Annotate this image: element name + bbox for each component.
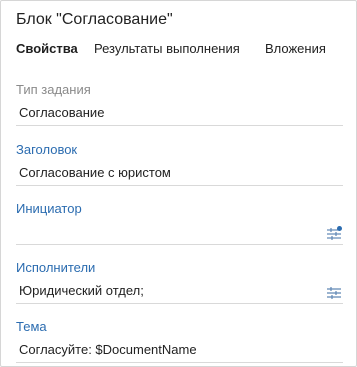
- initiator-input[interactable]: [16, 220, 343, 245]
- subject-value: Согласуйте: $DocumentName: [19, 342, 197, 357]
- performers-value: Юридический отдел;: [19, 283, 144, 298]
- performers-input[interactable]: Юридический отдел;: [16, 279, 343, 304]
- task-type-label: Тип задания: [16, 82, 91, 97]
- subject-label: Тема: [16, 319, 47, 334]
- task-type-box: Согласование: [16, 101, 343, 126]
- performers-label: Исполнители: [16, 260, 96, 275]
- user-selector-icon[interactable]: [326, 226, 342, 240]
- subject-field: Тема Согласуйте: $DocumentName: [16, 319, 343, 363]
- task-type-field: Тип задания Согласование: [16, 82, 343, 126]
- subject-input[interactable]: Согласуйте: $DocumentName: [16, 338, 343, 363]
- heading-input[interactable]: Согласование с юристом: [16, 161, 343, 186]
- tab-bar: Свойства Результаты выполнения Вложения: [1, 41, 356, 63]
- heading-value: Согласование с юристом: [19, 165, 171, 180]
- task-type-value: Согласование: [19, 105, 105, 120]
- approval-block-panel: Блок "Согласование" Свойства Результаты …: [0, 0, 357, 367]
- tab-attachments[interactable]: Вложения: [265, 41, 326, 56]
- heading-field: Заголовок Согласование с юристом: [16, 142, 343, 186]
- initiator-field: Инициатор: [16, 201, 343, 245]
- user-selector-icon[interactable]: [326, 285, 342, 299]
- panel-title: Блок "Согласование": [16, 11, 173, 28]
- performers-field: Исполнители Юридический отдел;: [16, 260, 343, 304]
- tab-execution-results[interactable]: Результаты выполнения: [94, 41, 240, 56]
- tab-properties[interactable]: Свойства: [16, 41, 78, 56]
- heading-label: Заголовок: [16, 142, 78, 157]
- initiator-label: Инициатор: [16, 201, 82, 216]
